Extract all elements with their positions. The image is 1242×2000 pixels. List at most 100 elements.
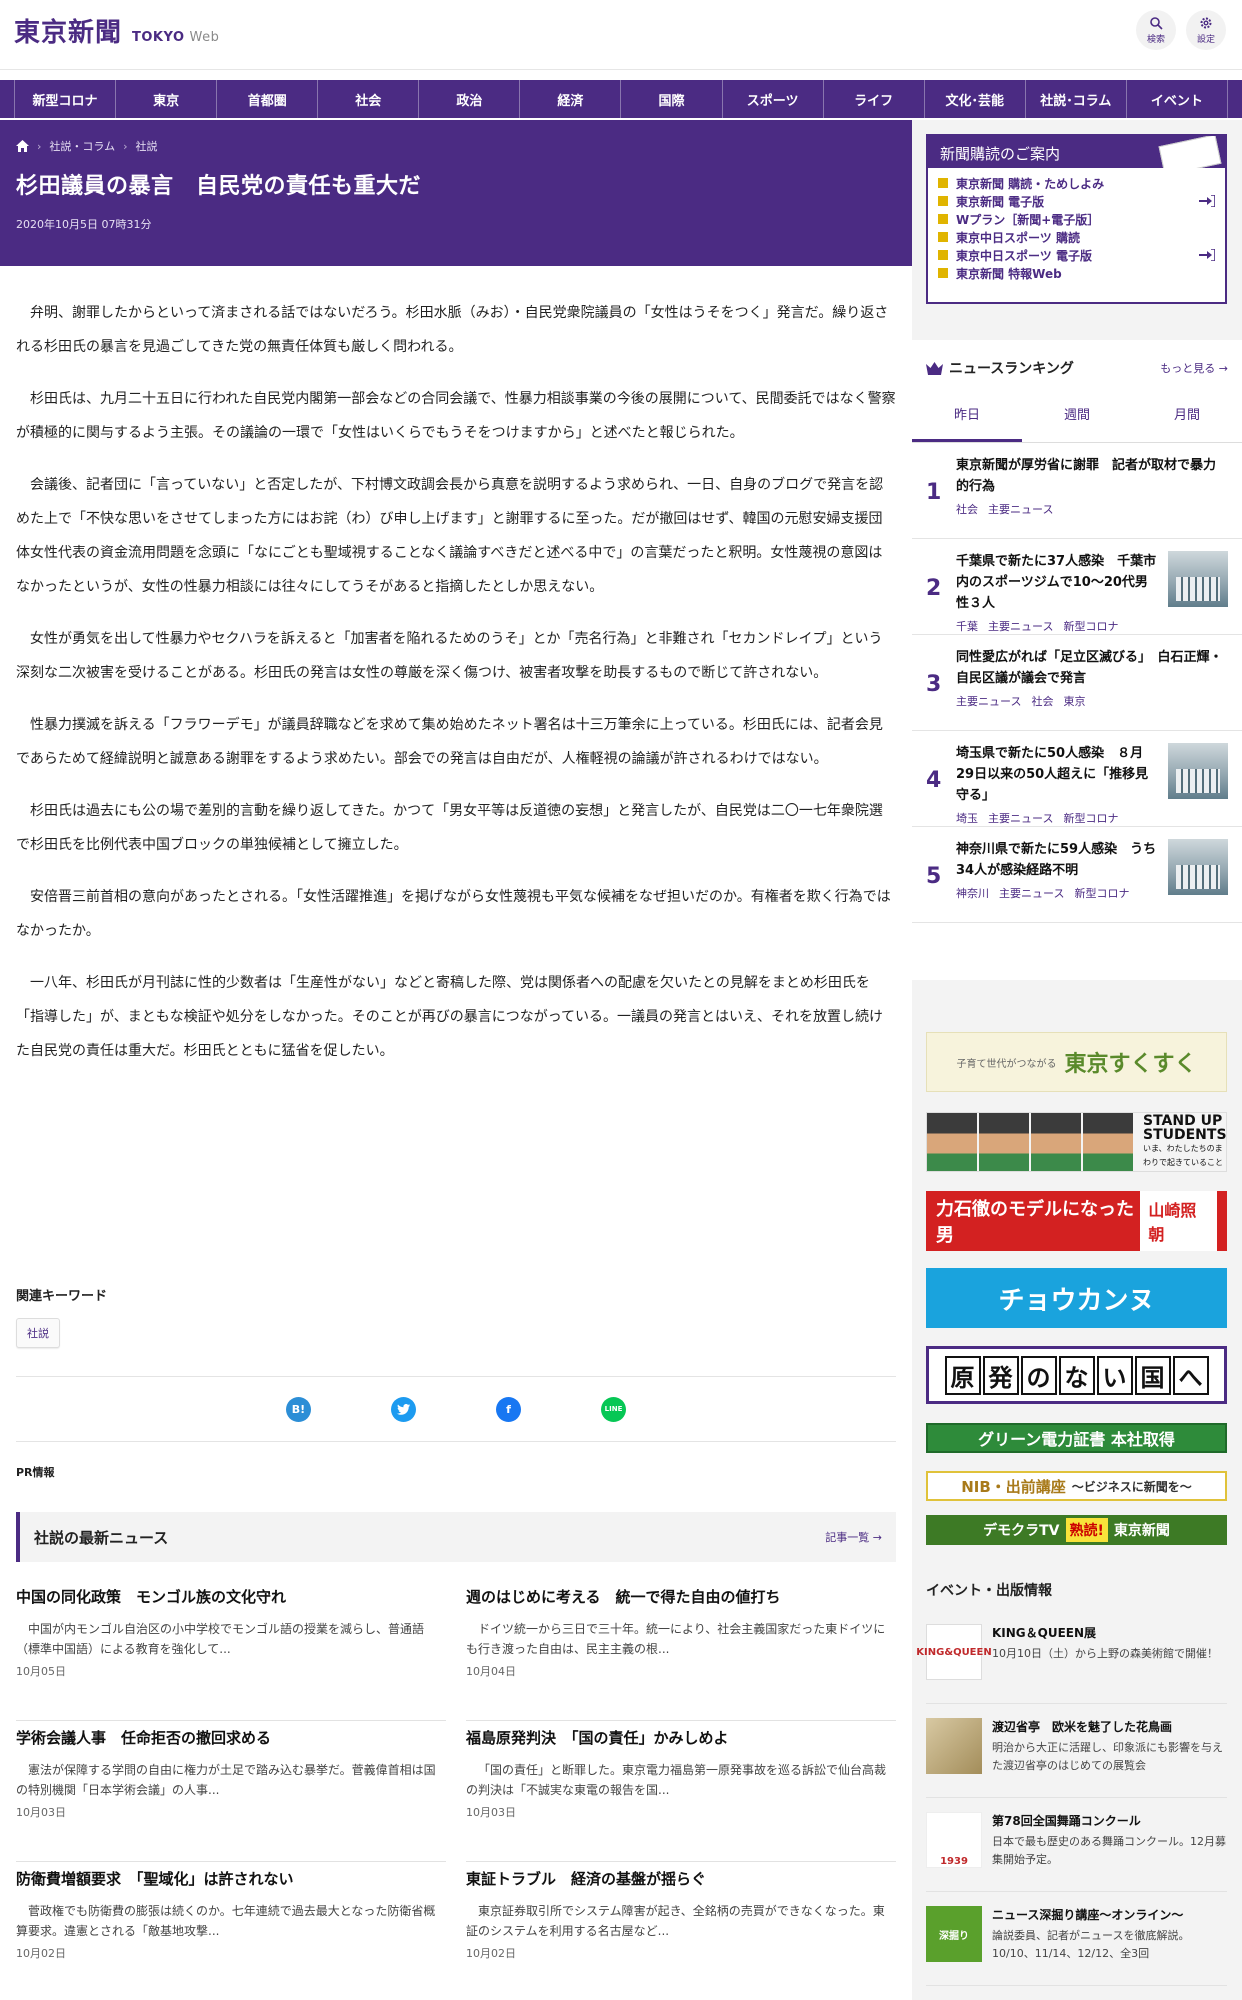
ranking-item[interactable]: 4 埼玉県で新たに50人感染 ８月29日以来の50人超えに「推移見守る」 埼玉 … bbox=[912, 731, 1242, 827]
news-card[interactable]: 防衛費増額要求 「聖域化」は許されない 菅政権でも防衛費の膨張は続くのか。七年連… bbox=[16, 1862, 446, 2000]
subscription-link[interactable]: 東京新聞 電子版 bbox=[938, 192, 1215, 210]
ranking-headline[interactable]: 同性愛広がれば「足立区滅びる」 白石正輝・自民区議が議会で発言 bbox=[956, 647, 1228, 689]
event-thumbnail: KING&QUEEN bbox=[916, 1624, 992, 1680]
ranking-item[interactable]: 3 同性愛広がれば「足立区滅びる」 白石正輝・自民区議が議会で発言 主要ニュース… bbox=[912, 635, 1242, 731]
event-thumbnail bbox=[926, 1718, 982, 1774]
event-item[interactable]: 渡辺省亭 欧米を魅了した花鳥画 明治から大正に活躍し、印象派にも影響を与えた渡辺省… bbox=[926, 1718, 1227, 1798]
banner-democra-tv[interactable]: デモクラTV 熟読! 東京新聞 bbox=[926, 1515, 1227, 1545]
tab-weekly[interactable]: 週間 bbox=[1022, 392, 1132, 442]
ranking-more-link[interactable]: もっと見る → bbox=[1160, 360, 1228, 376]
check-icon bbox=[938, 250, 948, 260]
banner-no-nuclear[interactable]: 原発のない国へ bbox=[926, 1346, 1227, 1404]
news-headline[interactable]: 福島原発判決 「国の責任」かみしめよ bbox=[466, 1727, 896, 1748]
news-headline[interactable]: 週のはじめに考える 統一で得た自由の値打ち bbox=[466, 1586, 896, 1607]
hatena-bookmark-icon[interactable]: B! bbox=[286, 1396, 311, 1422]
page-title: 杉田議員の暴言 自民党の責任も重大だ bbox=[16, 174, 422, 199]
event-item[interactable]: 深掘り ニュース深掘り講座～オンライン～ 論説委員、記者がニュースを徹底解説。10… bbox=[926, 1906, 1227, 1986]
news-headline[interactable]: 学術会議人事 任命拒否の撤回求める bbox=[16, 1727, 446, 1748]
article-paragraph: 会議後、記者団に「言っていない」と否定したが、下村博文政調会長から真意を説明する… bbox=[16, 477, 884, 595]
ranking-tag[interactable]: 神奈川 bbox=[956, 885, 989, 901]
ranking-number: 3 bbox=[926, 672, 942, 697]
ranking-tag[interactable]: 新型コロナ bbox=[1063, 810, 1118, 826]
nav-item-world[interactable]: 国際 bbox=[621, 80, 723, 118]
event-item[interactable]: 1939 第78回全国舞踊コンクール 日本で最も歴史のある舞踊コンクール。12月募… bbox=[926, 1812, 1227, 1892]
ranking-headline[interactable]: 東京新聞が厚労省に謝罪 記者が取材で暴力的行為 bbox=[956, 455, 1228, 497]
news-date: 10月02日 bbox=[466, 1947, 516, 1960]
ranking-item[interactable]: 2 千葉県で新たに37人感染 千葉市内のスポーツジムで10～20代男性３人 千葉… bbox=[912, 539, 1242, 635]
nav-item-culture[interactable]: 文化･芸能 bbox=[925, 80, 1026, 118]
nav-item-society[interactable]: 社会 bbox=[318, 80, 420, 118]
nav-item-events[interactable]: イベント bbox=[1127, 80, 1228, 118]
news-card[interactable]: 中国の同化政策 モンゴル族の文化守れ 中国が内モンゴル自治区の小中学校でモンゴル… bbox=[16, 1580, 446, 1721]
ranking-tag[interactable]: 主要ニュース bbox=[988, 618, 1053, 634]
nav-item-metro[interactable]: 首都圏 bbox=[217, 80, 319, 118]
ranking-tag[interactable]: 新型コロナ bbox=[1063, 618, 1118, 634]
breadcrumb-editorial-column[interactable]: 社説・コラム bbox=[49, 138, 115, 154]
event-item[interactable]: KING&QUEEN KING＆QUEEN展 10月10日（土）から上野の森美術館… bbox=[916, 1624, 1227, 1704]
ranking-tag[interactable]: 主要ニュース bbox=[988, 810, 1053, 826]
breadcrumb-editorial[interactable]: 社説 bbox=[135, 138, 157, 154]
news-card[interactable]: 東証トラブル 経済の基盤が揺らぐ 東京証券取引所でシステム障害が起き、全銘柄の売… bbox=[466, 1862, 896, 2000]
ranking-tag[interactable]: 主要ニュース bbox=[956, 693, 1021, 709]
subscription-link[interactable]: 東京新聞 特報Web bbox=[938, 264, 1215, 282]
ranking-thumbnail[interactable] bbox=[1168, 743, 1228, 799]
banner-tokyo-sukusuku[interactable]: 子育て世代がつながる 東京すくすく bbox=[926, 1032, 1227, 1092]
news-headline[interactable]: 防衛費増額要求 「聖域化」は許されない bbox=[16, 1868, 446, 1889]
ranking-headline[interactable]: 神奈川県で新たに59人感染 うち34人が感染経路不明 bbox=[956, 839, 1160, 881]
logo-text-jp: 東京新聞 bbox=[14, 18, 123, 48]
news-summary: 憲法が保障する学問の自由に権力が土足で踏み込む暴挙だ。菅義偉首相は国の特別機関「… bbox=[16, 1763, 436, 1797]
subscription-link[interactable]: 東京中日スポーツ 電子版 bbox=[938, 246, 1215, 264]
search-button[interactable]: 検索 bbox=[1136, 10, 1176, 50]
ranking-tag[interactable]: 埼玉 bbox=[956, 810, 978, 826]
banner-choukanu[interactable]: チョウカンヌ bbox=[926, 1268, 1227, 1328]
news-summary: ドイツ統一から三日で三十年。統一により、社会主義国家だった東ドイツにも行き渡った… bbox=[466, 1622, 886, 1656]
banner-green-power[interactable]: グリーン電力証書 本社取得 bbox=[926, 1423, 1227, 1453]
banner-rikiishi[interactable]: 力石徹のモデルになった男 山崎照朝 bbox=[926, 1191, 1227, 1251]
home-icon[interactable] bbox=[16, 140, 29, 152]
nav-item-life[interactable]: ライフ bbox=[824, 80, 925, 118]
subscription-link[interactable]: 東京中日スポーツ 購読 bbox=[938, 228, 1215, 246]
ranking-headline[interactable]: 埼玉県で新たに50人感染 ８月29日以来の50人超えに「推移見守る」 bbox=[956, 743, 1160, 806]
tab-yesterday[interactable]: 昨日 bbox=[912, 392, 1022, 442]
nav-item-covid[interactable]: 新型コロナ bbox=[14, 80, 117, 118]
banner-stand-up-students[interactable]: STAND UP STUDENTS いま、わたしたちのまわりで起きていること bbox=[926, 1112, 1227, 1172]
news-headline[interactable]: 東証トラブル 経済の基盤が揺らぐ bbox=[466, 1868, 896, 1889]
news-card[interactable]: 学術会議人事 任命拒否の撤回求める 憲法が保障する学問の自由に権力が土足で踏み込… bbox=[16, 1721, 446, 1862]
ranking-number: 1 bbox=[926, 480, 942, 505]
tab-monthly[interactable]: 月間 bbox=[1132, 392, 1242, 442]
banner-nib[interactable]: NIB・出前講座 ～ビジネスに新聞を～ bbox=[926, 1471, 1227, 1501]
ranking-thumbnail[interactable] bbox=[1168, 551, 1228, 607]
ranking-tag[interactable]: 主要ニュース bbox=[988, 501, 1053, 517]
site-logo[interactable]: 東京新聞 TOKYO Web bbox=[14, 12, 219, 49]
latest-news-title: 社説の最新ニュース bbox=[34, 1528, 169, 1547]
news-card[interactable]: 福島原発判決 「国の責任」かみしめよ 「国の責任」と断罪した。東京電力福島第一原… bbox=[466, 1721, 896, 1862]
facebook-icon[interactable]: f bbox=[496, 1396, 521, 1422]
nav-item-tokyo[interactable]: 東京 bbox=[116, 80, 218, 118]
ranking-tag[interactable]: 主要ニュース bbox=[999, 885, 1064, 901]
subscription-link[interactable]: Wプラン［新聞+電子版］ bbox=[938, 210, 1215, 228]
ranking-tag[interactable]: 東京 bbox=[1063, 693, 1085, 709]
check-icon bbox=[938, 214, 948, 224]
nav-item-politics[interactable]: 政治 bbox=[419, 80, 521, 118]
ranking-tag[interactable]: 新型コロナ bbox=[1074, 885, 1129, 901]
ranking-item[interactable]: 5 神奈川県で新たに59人感染 うち34人が感染経路不明 神奈川 主要ニュース … bbox=[912, 827, 1242, 923]
ranking-headline[interactable]: 千葉県で新たに37人感染 千葉市内のスポーツジムで10～20代男性３人 bbox=[956, 551, 1160, 614]
line-icon[interactable]: LINE bbox=[601, 1396, 626, 1422]
news-headline[interactable]: 中国の同化政策 モンゴル族の文化守れ bbox=[16, 1586, 446, 1607]
news-card[interactable]: 週のはじめに考える 統一で得た自由の値打ち ドイツ統一から三日で三十年。統一によ… bbox=[466, 1580, 896, 1721]
keyword-tag[interactable]: 社説 bbox=[16, 1318, 60, 1348]
ranking-tags: 千葉 主要ニュース 新型コロナ bbox=[956, 618, 1160, 634]
ranking-thumbnail[interactable] bbox=[1168, 839, 1228, 895]
nav-item-sports[interactable]: スポーツ bbox=[723, 80, 824, 118]
settings-button[interactable]: 設定 bbox=[1186, 10, 1226, 50]
subscription-link[interactable]: 東京新聞 購読・ためしよみ bbox=[938, 174, 1215, 192]
ranking-tag[interactable]: 社会 bbox=[1031, 693, 1053, 709]
ranking-item[interactable]: 1 東京新聞が厚労省に謝罪 記者が取材で暴力的行為 社会 主要ニュース bbox=[912, 443, 1242, 539]
ranking-tag[interactable]: 社会 bbox=[956, 501, 978, 517]
nav-item-editorial[interactable]: 社説･コラム bbox=[1026, 80, 1127, 118]
latest-news-more-link[interactable]: 記事一覧 → bbox=[825, 1529, 882, 1545]
ranking-tag[interactable]: 千葉 bbox=[956, 618, 978, 634]
nav-item-economy[interactable]: 経済 bbox=[520, 80, 622, 118]
twitter-icon[interactable] bbox=[391, 1396, 416, 1422]
latest-news-header: 社説の最新ニュース 記事一覧 → bbox=[16, 1512, 896, 1562]
